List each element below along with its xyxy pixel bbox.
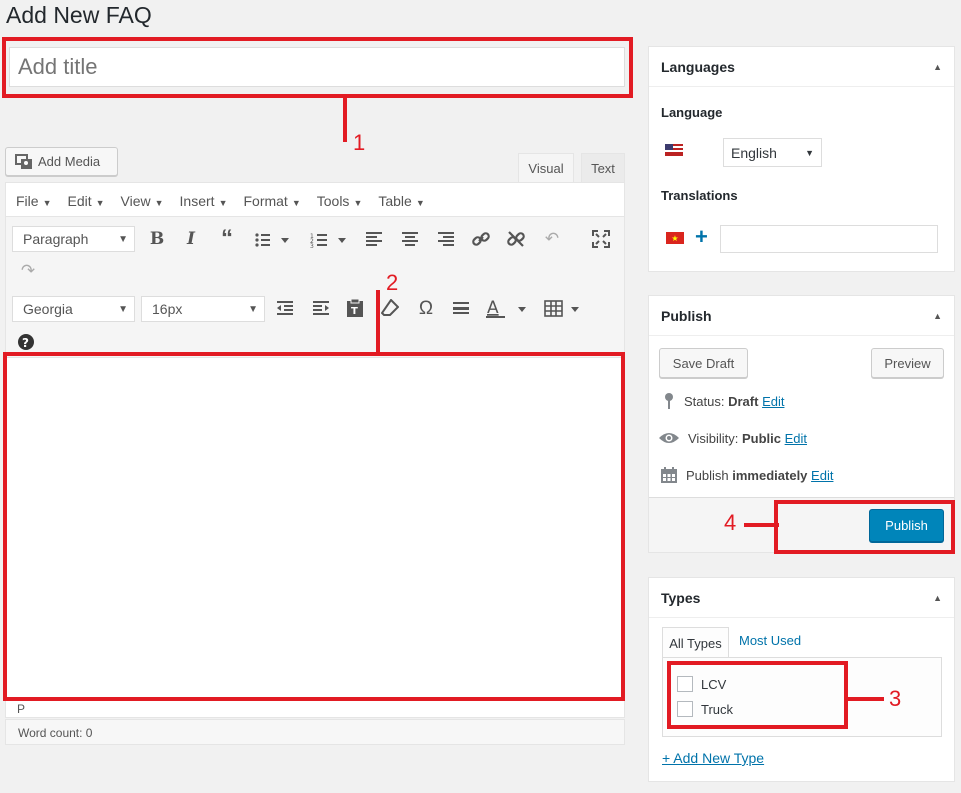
menu-view[interactable]: View ▼ (121, 193, 164, 209)
caret-up-icon: ▲ (933, 61, 942, 72)
align-left-icon[interactable] (365, 231, 383, 252)
tab-text[interactable]: Text (581, 153, 625, 183)
eye-icon (659, 433, 679, 443)
element-path: P (17, 702, 26, 716)
vietnam-flag-icon: ★ (666, 232, 684, 244)
callout-line-2 (376, 290, 380, 354)
save-draft-button[interactable]: Save Draft (659, 348, 748, 378)
callout-number-4: 4 (724, 510, 737, 535)
edit-schedule-link[interactable]: Edit (811, 468, 833, 483)
word-count: Word count: 0 (5, 719, 625, 745)
caret-up-icon: ▲ (933, 592, 942, 603)
svg-text:T: T (351, 306, 358, 317)
svg-text:?: ? (22, 336, 29, 350)
bold-icon[interactable]: B (145, 227, 169, 251)
tab-all-types[interactable]: All Types (662, 627, 729, 658)
callout-box-3 (667, 661, 848, 729)
callout-line-1 (343, 98, 347, 142)
status-row: Status: Draft Edit (662, 392, 784, 410)
edit-visibility-link[interactable]: Edit (785, 431, 807, 446)
blockquote-icon[interactable]: “ (215, 225, 239, 252)
link-icon[interactable] (471, 229, 491, 254)
table-icon[interactable] (544, 299, 584, 319)
font-size-select[interactable]: 16px ▼ (141, 296, 265, 322)
language-label: Language (661, 105, 723, 120)
chevron-down-icon: ▼ (248, 303, 258, 315)
callout-line-4 (744, 523, 779, 527)
media-icon (15, 153, 32, 169)
tab-most-used[interactable]: Most Used (739, 633, 801, 648)
outdent-icon[interactable] (276, 300, 294, 321)
chevron-down-icon: ▼ (218, 198, 228, 208)
preview-button[interactable]: Preview (871, 348, 944, 378)
add-translation-icon[interactable]: + (695, 225, 708, 249)
chevron-down-icon: ▼ (118, 233, 128, 245)
chevron-down-icon: ▼ (118, 303, 128, 315)
redo-icon[interactable]: ↷ (16, 259, 40, 283)
bullet-list-icon[interactable] (252, 231, 292, 249)
language-select[interactable]: English ▼ (723, 138, 822, 167)
special-character-icon[interactable]: Ω (414, 297, 438, 321)
menu-format[interactable]: Format ▼ (243, 193, 300, 209)
visibility-row: Visibility: Public Edit (658, 430, 807, 446)
paste-text-icon[interactable]: T (346, 298, 364, 323)
chevron-down-icon: ▼ (805, 147, 814, 158)
menu-insert[interactable]: Insert ▼ (180, 193, 228, 209)
align-center-icon[interactable] (401, 231, 419, 252)
edit-status-link[interactable]: Edit (762, 394, 784, 409)
fullscreen-icon[interactable] (592, 230, 610, 253)
calendar-icon (661, 467, 677, 483)
languages-header[interactable]: Languages ▲ (649, 47, 954, 87)
font-family-select[interactable]: Georgia ▼ (12, 296, 135, 322)
chevron-down-icon: ▼ (95, 198, 105, 208)
add-media-label: Add Media (38, 154, 101, 169)
chevron-down-icon: ▼ (291, 198, 301, 208)
pin-icon (665, 393, 673, 409)
callout-number-1: 1 (353, 130, 366, 155)
add-new-type-link[interactable]: + Add New Type (662, 750, 764, 766)
text-color-icon[interactable]: A (485, 296, 531, 322)
menu-table[interactable]: Table ▼ (378, 193, 424, 209)
publish-header[interactable]: Publish ▲ (649, 296, 954, 336)
numbered-list-icon[interactable]: 123 (309, 231, 349, 250)
callout-box-4 (774, 500, 955, 554)
callout-box-2 (3, 352, 625, 701)
chevron-down-icon: ▼ (415, 198, 425, 208)
horizontal-line-icon[interactable] (452, 301, 470, 320)
menu-tools[interactable]: Tools ▼ (317, 193, 363, 209)
callout-line-3 (847, 697, 884, 701)
editor-menubar: File ▼ Edit ▼ View ▼ Insert ▼ Format ▼ Tools ▼… (6, 186, 624, 216)
italic-icon[interactable]: I (179, 227, 203, 251)
page-title: Add New FAQ (6, 2, 152, 28)
unlink-icon[interactable] (506, 229, 526, 254)
undo-icon[interactable]: ↶ (540, 227, 564, 251)
callout-box-1 (2, 37, 633, 98)
tab-visual[interactable]: Visual (518, 153, 574, 183)
chevron-down-icon: ▼ (353, 198, 363, 208)
schedule-row: Publish immediately Edit (660, 466, 833, 484)
chevron-down-icon: ▼ (154, 198, 164, 208)
svg-text:3: 3 (310, 243, 314, 249)
chevron-down-icon: ▼ (42, 198, 52, 208)
add-media-button[interactable]: Add Media (5, 147, 118, 176)
us-flag-icon (665, 144, 683, 156)
types-header[interactable]: Types ▲ (649, 578, 954, 618)
translation-input[interactable] (720, 225, 938, 253)
menu-file[interactable]: File ▼ (16, 193, 51, 209)
callout-number-3: 3 (889, 686, 902, 711)
svg-text:A: A (487, 298, 499, 318)
callout-number-2: 2 (386, 270, 399, 295)
eraser-icon[interactable] (380, 298, 400, 322)
indent-icon[interactable] (312, 300, 330, 321)
translations-label: Translations (661, 188, 738, 203)
menu-edit[interactable]: Edit ▼ (67, 193, 104, 209)
align-right-icon[interactable] (437, 231, 455, 252)
caret-up-icon: ▲ (933, 310, 942, 321)
format-select[interactable]: Paragraph ▼ (12, 226, 135, 252)
